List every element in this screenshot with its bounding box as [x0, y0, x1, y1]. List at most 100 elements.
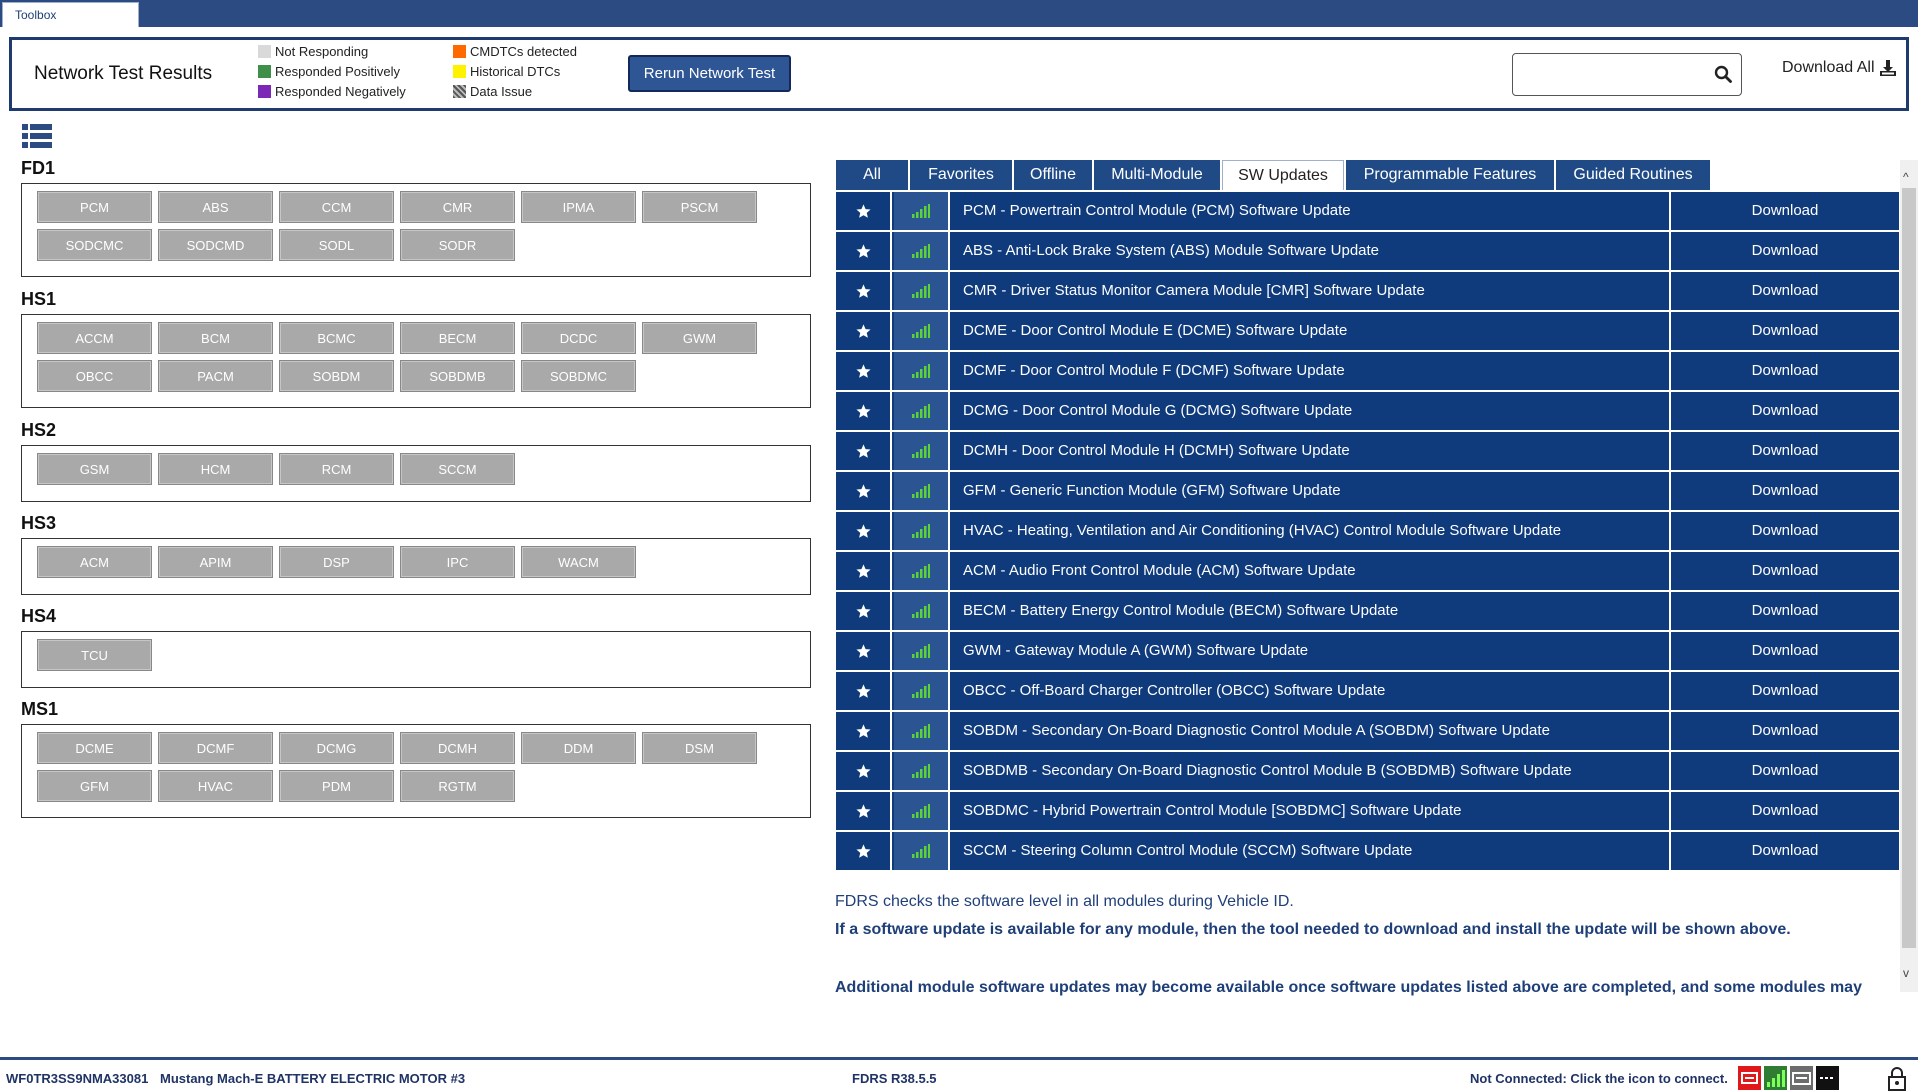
module-button-sobdmc[interactable]: SOBDMC [521, 360, 636, 392]
module-button-ccm[interactable]: CCM [279, 191, 394, 223]
download-button[interactable]: Download [1669, 512, 1899, 550]
obd-icon[interactable] [1816, 1066, 1839, 1090]
tab-sw-updates[interactable]: SW Updates [1222, 160, 1344, 190]
download-button[interactable]: Download [1669, 792, 1899, 830]
star-icon[interactable] [836, 312, 892, 350]
download-button[interactable]: Download [1669, 352, 1899, 390]
battery-icon[interactable] [1790, 1066, 1813, 1090]
star-icon[interactable] [836, 832, 892, 870]
module-button-cmr[interactable]: CMR [400, 191, 515, 223]
module-button-ddm[interactable]: DDM [521, 732, 636, 764]
module-button-gsm[interactable]: GSM [37, 453, 152, 485]
star-icon[interactable] [836, 232, 892, 270]
module-button-dcme[interactable]: DCME [37, 732, 152, 764]
star-icon[interactable] [836, 432, 892, 470]
module-button-gfm[interactable]: GFM [37, 770, 152, 802]
scrollbar[interactable]: ^ v [1900, 160, 1918, 992]
tab-guided-routines[interactable]: Guided Routines [1556, 160, 1710, 190]
module-button-sodl[interactable]: SODL [279, 229, 394, 261]
connection-status: Not Connected: Click the icon to connect… [1470, 1071, 1728, 1086]
module-button-sobdm[interactable]: SOBDM [279, 360, 394, 392]
module-button-becm[interactable]: BECM [400, 322, 515, 354]
module-button-pacm[interactable]: PACM [158, 360, 273, 392]
download-button[interactable]: Download [1669, 472, 1899, 510]
star-icon[interactable] [836, 672, 892, 710]
module-button-rcm[interactable]: RCM [279, 453, 394, 485]
tab-programmable-features[interactable]: Programmable Features [1346, 160, 1554, 190]
star-icon[interactable] [836, 792, 892, 830]
module-button-rgtm[interactable]: RGTM [400, 770, 515, 802]
tab-all[interactable]: All [836, 160, 908, 190]
signal-icon[interactable] [1764, 1066, 1787, 1090]
module-button-obcc[interactable]: OBCC [37, 360, 152, 392]
scroll-down-icon[interactable]: v [1903, 966, 1909, 980]
download-all-button[interactable]: Download All [1782, 59, 1897, 77]
module-button-bcmc[interactable]: BCMC [279, 322, 394, 354]
search-input[interactable] [1519, 62, 1699, 86]
module-button-sodr[interactable]: SODR [400, 229, 515, 261]
star-icon[interactable] [836, 552, 892, 590]
rerun-network-test-button[interactable]: Rerun Network Test [628, 55, 791, 92]
tab-multi-module[interactable]: Multi-Module [1094, 160, 1220, 190]
star-icon[interactable] [836, 632, 892, 670]
module-button-gwm[interactable]: GWM [642, 322, 757, 354]
module-button-bcm[interactable]: BCM [158, 322, 273, 354]
lock-icon[interactable] [1886, 1066, 1908, 1091]
star-icon[interactable] [836, 352, 892, 390]
module-button-sobdmb[interactable]: SOBDMB [400, 360, 515, 392]
download-button[interactable]: Download [1669, 272, 1899, 310]
module-button-hcm[interactable]: HCM [158, 453, 273, 485]
module-button-sccm[interactable]: SCCM [400, 453, 515, 485]
search-box[interactable] [1512, 53, 1742, 96]
module-button-wacm[interactable]: WACM [521, 546, 636, 578]
download-button[interactable]: Download [1669, 672, 1899, 710]
module-button-apim[interactable]: APIM [158, 546, 273, 578]
download-button[interactable]: Download [1669, 432, 1899, 470]
download-button[interactable]: Download [1669, 192, 1899, 230]
module-button-dsm[interactable]: DSM [642, 732, 757, 764]
download-button[interactable]: Download [1669, 832, 1899, 870]
module-button-pscm[interactable]: PSCM [642, 191, 757, 223]
download-button[interactable]: Download [1669, 312, 1899, 350]
vci-icon[interactable] [1738, 1066, 1761, 1090]
star-icon[interactable] [836, 392, 892, 430]
download-button[interactable]: Download [1669, 592, 1899, 630]
list-view-icon[interactable] [22, 123, 52, 156]
module-button-dcmf[interactable]: DCMF [158, 732, 273, 764]
module-button-tcu[interactable]: TCU [37, 639, 152, 671]
star-icon[interactable] [836, 592, 892, 630]
download-button[interactable]: Download [1669, 712, 1899, 750]
star-icon[interactable] [836, 472, 892, 510]
module-button-pdm[interactable]: PDM [279, 770, 394, 802]
download-button[interactable]: Download [1669, 232, 1899, 270]
tab-toolbox[interactable]: Toolbox [2, 2, 139, 27]
module-button-dcmg[interactable]: DCMG [279, 732, 394, 764]
module-button-dsp[interactable]: DSP [279, 546, 394, 578]
module-button-acm[interactable]: ACM [37, 546, 152, 578]
scroll-up-icon[interactable]: ^ [1903, 170, 1909, 184]
star-icon[interactable] [836, 712, 892, 750]
module-button-hvac[interactable]: HVAC [158, 770, 273, 802]
module-button-accm[interactable]: ACCM [37, 322, 152, 354]
download-button[interactable]: Download [1669, 552, 1899, 590]
module-button-sodcmc[interactable]: SODCMC [37, 229, 152, 261]
star-icon[interactable] [836, 272, 892, 310]
module-button-ipma[interactable]: IPMA [521, 191, 636, 223]
download-button[interactable]: Download [1669, 632, 1899, 670]
download-button[interactable]: Download [1669, 752, 1899, 790]
scroll-thumb[interactable] [1902, 188, 1916, 948]
module-button-abs[interactable]: ABS [158, 191, 273, 223]
tab-offline[interactable]: Offline [1014, 160, 1092, 190]
search-icon[interactable] [1714, 65, 1732, 88]
module-button-dcdc[interactable]: DCDC [521, 322, 636, 354]
module-button-pcm[interactable]: PCM [37, 191, 152, 223]
module-button-ipc[interactable]: IPC [400, 546, 515, 578]
star-icon[interactable] [836, 752, 892, 790]
star-icon[interactable] [836, 512, 892, 550]
update-row: DCMF - Door Control Module F (DCMF) Soft… [836, 352, 1899, 390]
module-button-sodcmd[interactable]: SODCMD [158, 229, 273, 261]
module-button-dcmh[interactable]: DCMH [400, 732, 515, 764]
star-icon[interactable] [836, 192, 892, 230]
tab-favorites[interactable]: Favorites [910, 160, 1012, 190]
download-button[interactable]: Download [1669, 392, 1899, 430]
